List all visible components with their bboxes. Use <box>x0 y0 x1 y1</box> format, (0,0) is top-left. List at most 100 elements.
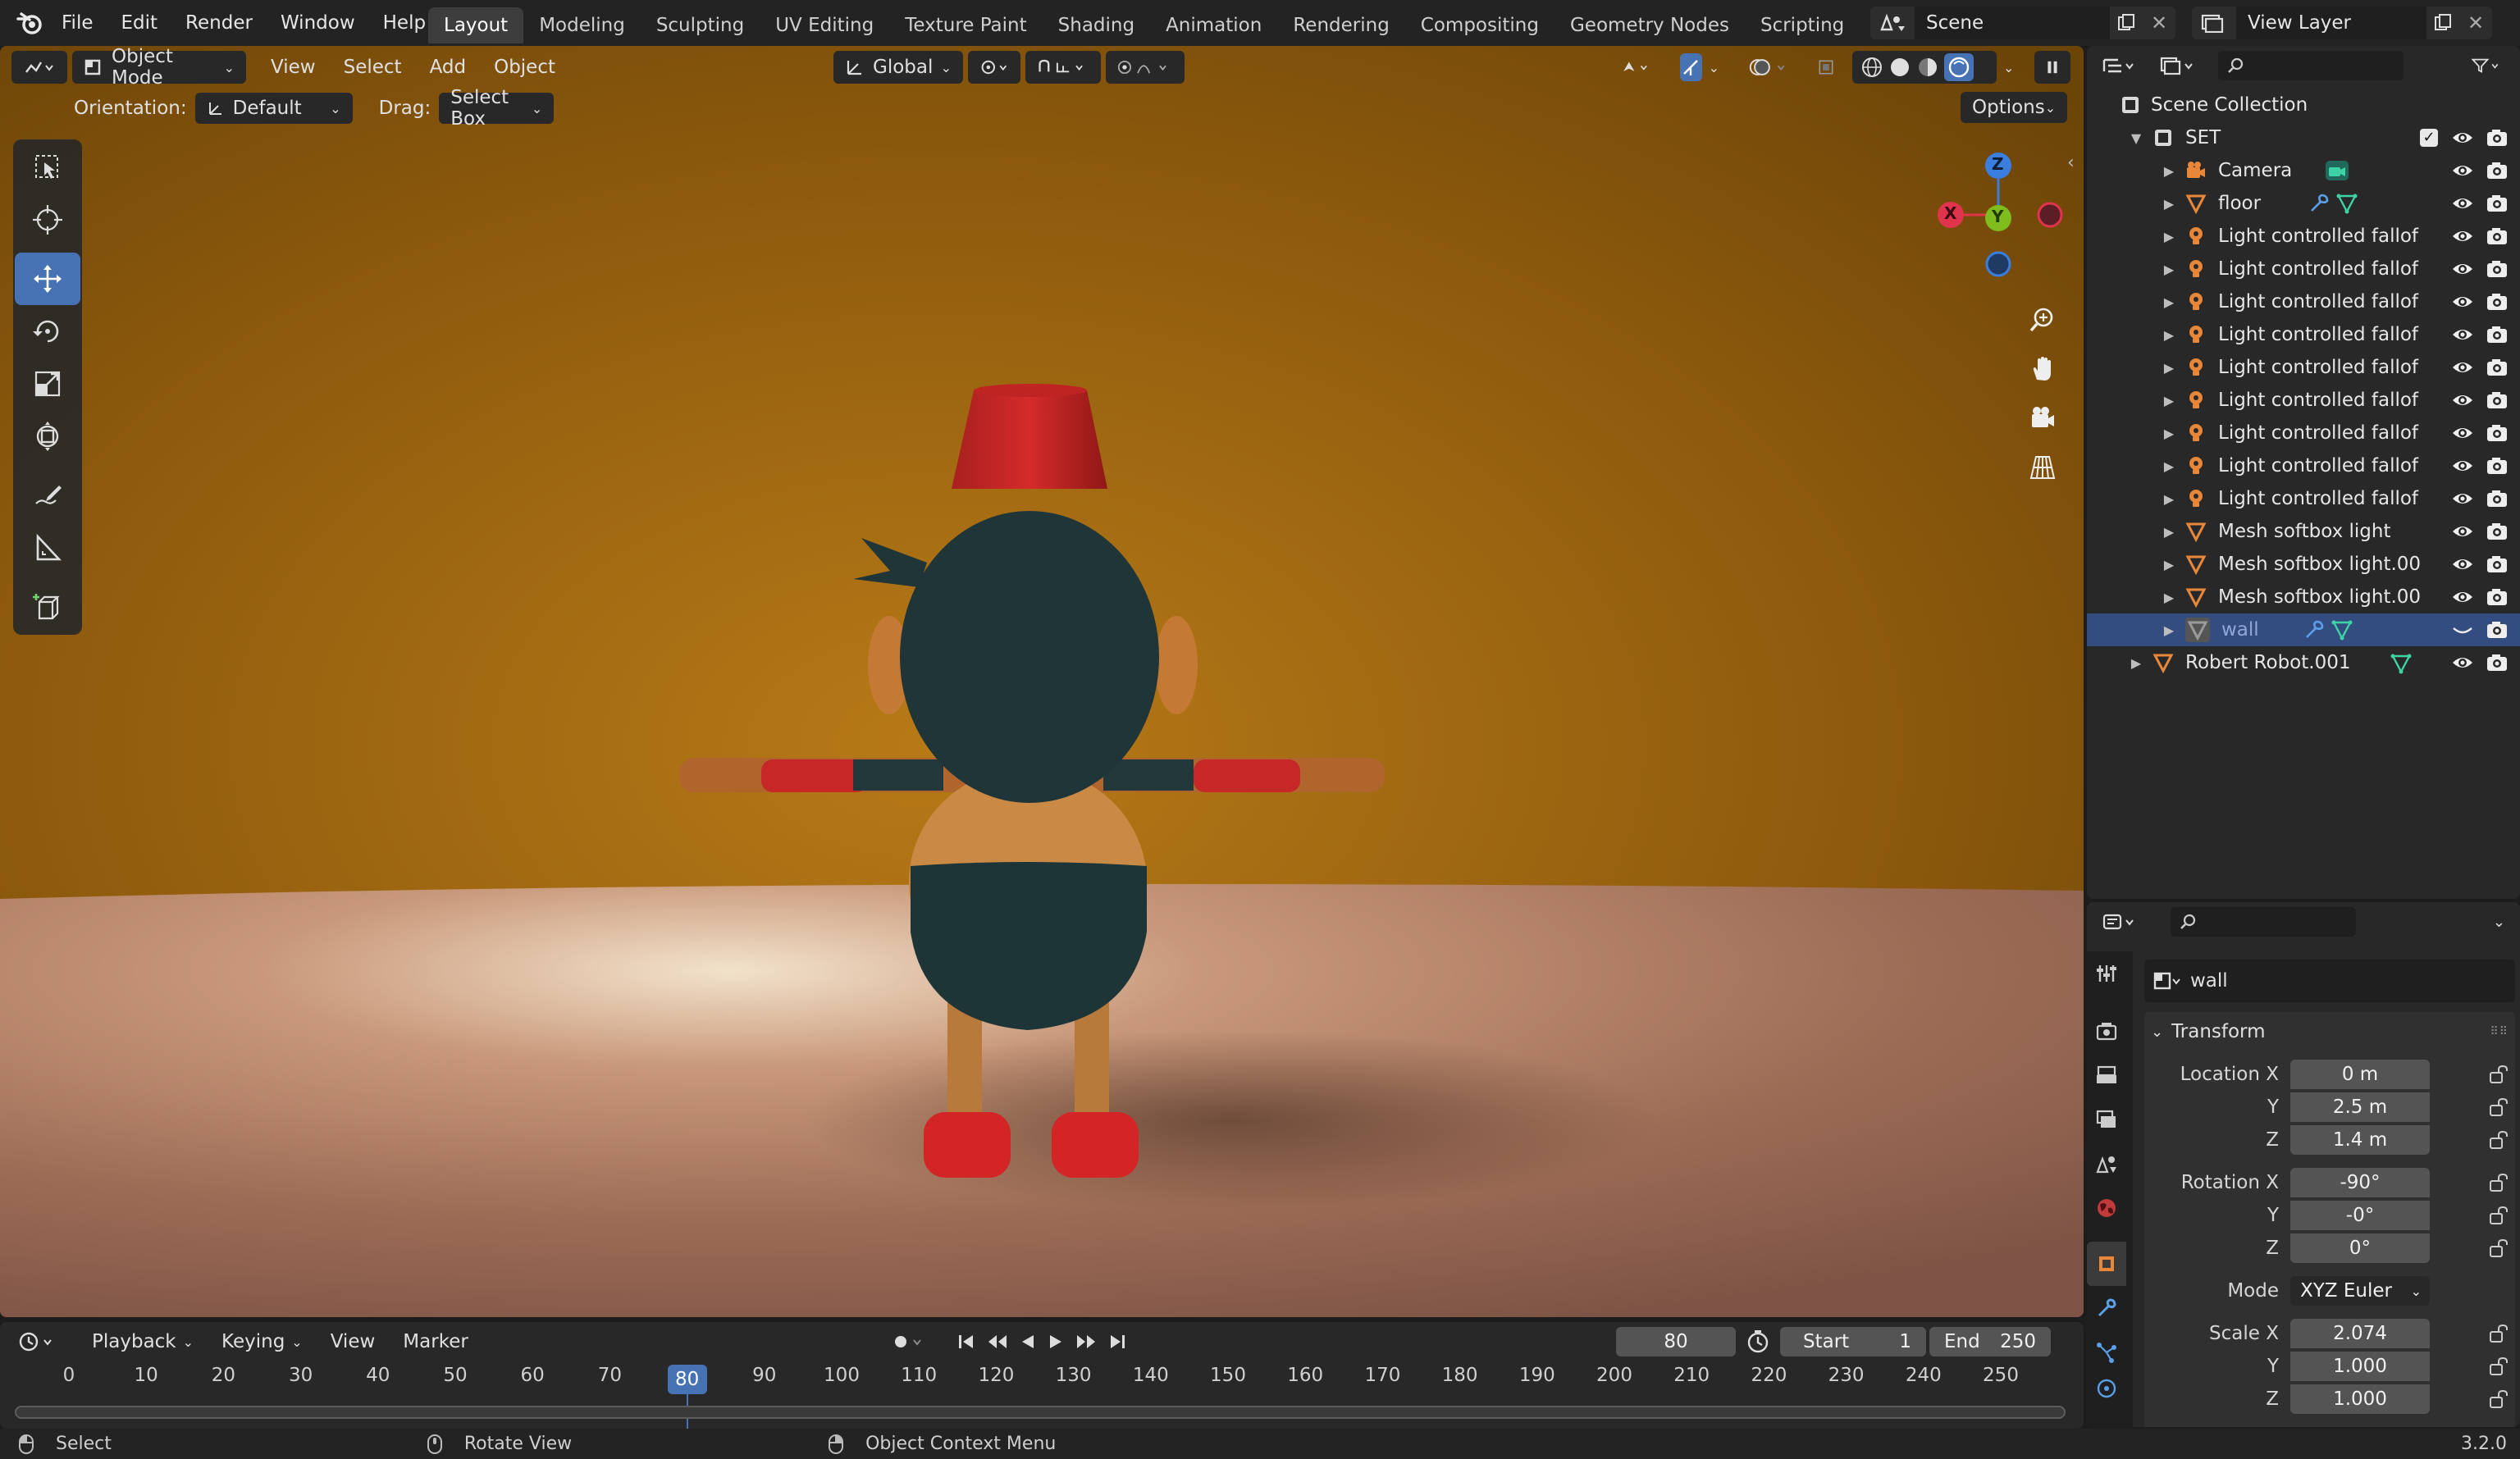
transform-orientation-dropdown[interactable]: Global ⌄ <box>833 51 963 84</box>
transform-tool[interactable] <box>15 410 80 463</box>
expand-arrow-icon[interactable]: ▶ <box>2161 590 2177 605</box>
move-tool[interactable] <box>15 253 80 305</box>
camera-render-icon[interactable] <box>2486 522 2509 541</box>
current-frame-field[interactable]: 80 <box>1616 1327 1736 1356</box>
tab-texture-paint[interactable]: Texture Paint <box>889 7 1042 43</box>
wrench-icon[interactable] <box>2308 193 2330 214</box>
lock-icon[interactable] <box>2489 1238 2510 1258</box>
camera-render-icon[interactable] <box>2486 128 2509 148</box>
tool-tab-icon[interactable] <box>2087 951 2126 996</box>
outliner-row-light-controlled-fallof[interactable]: ▶ Light controlled fallof <box>2087 285 2520 318</box>
jump-start-icon[interactable] <box>956 1333 976 1351</box>
collection-row-set[interactable]: ▼ SET ✓ <box>2087 121 2520 154</box>
eye-icon[interactable] <box>2451 259 2474 279</box>
outliner-row-light-controlled-fallof[interactable]: ▶ Light controlled fallof <box>2087 384 2520 417</box>
camera-render-icon[interactable] <box>2486 259 2509 279</box>
new-view-layer-icon[interactable] <box>2426 7 2459 39</box>
expand-arrow-icon[interactable]: ▶ <box>2161 360 2177 376</box>
frame-ruler[interactable]: 0 10 20 30 40 50 60 70 80 90 100 110 120 130 140 150 160… <box>0 1361 2084 1402</box>
object-name-field[interactable]: wall <box>2144 960 2515 1002</box>
outliner-row-light-controlled-fallof[interactable]: ▶ Light controlled fallof <box>2087 253 2520 285</box>
camera-render-icon[interactable] <box>2486 423 2509 443</box>
rendered-shading-icon[interactable] <box>1944 53 1974 81</box>
modifiers-tab-icon[interactable] <box>2087 1286 2126 1330</box>
menu-file[interactable]: File <box>48 0 107 46</box>
pan-hand-icon[interactable] <box>2020 346 2066 392</box>
overlay-toggle[interactable] <box>1737 51 1800 84</box>
outliner-row-mesh-softbox-light-00[interactable]: ▶ Mesh softbox light.00 <box>2087 581 2520 613</box>
timeline-scrollbar[interactable] <box>15 1406 2066 1419</box>
chevron-down-icon[interactable]: ⌄ <box>2493 914 2505 931</box>
expand-arrow-icon[interactable]: ▶ <box>2161 524 2177 540</box>
wireframe-shading-icon[interactable] <box>1860 56 1883 79</box>
material-shading-icon[interactable] <box>1916 56 1939 79</box>
gizmo-toggle[interactable]: ⌄ <box>1669 51 1731 84</box>
camera-render-icon[interactable] <box>2486 325 2509 344</box>
mesh-data-icon[interactable] <box>2336 193 2358 214</box>
menu-edit[interactable]: Edit <box>107 0 172 46</box>
menu-view[interactable]: View <box>259 51 327 84</box>
menu-add[interactable]: Add <box>418 51 478 84</box>
expand-arrow-icon[interactable]: ▶ <box>2161 426 2177 441</box>
camera-render-icon[interactable] <box>2486 390 2509 410</box>
scrollbar-thumb[interactable] <box>15 1406 2066 1419</box>
camera-render-icon[interactable] <box>2486 226 2509 246</box>
camera-render-icon[interactable] <box>2486 456 2509 476</box>
filter-dropdown[interactable] <box>2459 49 2512 82</box>
eye-icon[interactable] <box>2451 522 2474 541</box>
expand-arrow-icon[interactable]: ▶ <box>2161 163 2177 179</box>
rotation-x-field[interactable]: -90° <box>2290 1168 2430 1197</box>
menu-object[interactable]: Object <box>482 51 567 84</box>
object-mode-dropdown[interactable]: Object Mode ⌄ <box>72 46 246 89</box>
lock-icon[interactable] <box>2489 1130 2510 1150</box>
tab-compositing[interactable]: Compositing <box>1405 7 1554 43</box>
auto-keying-toggle[interactable] <box>884 1325 934 1358</box>
display-mode-dropdown[interactable] <box>2152 49 2205 82</box>
particles-tab-icon[interactable] <box>2087 1330 2126 1375</box>
perspective-toggle-icon[interactable] <box>2020 445 2066 490</box>
view-layer-field[interactable]: View Layer <box>2236 7 2426 39</box>
preview-range-icon[interactable] <box>1744 1329 1772 1354</box>
camera-render-icon[interactable] <box>2486 587 2509 607</box>
eye-icon[interactable] <box>2451 226 2474 246</box>
lock-icon[interactable] <box>2489 1173 2510 1192</box>
outliner-row-mesh-softbox-light[interactable]: ▶ Mesh softbox light <box>2087 515 2520 548</box>
lock-icon[interactable] <box>2489 1389 2510 1409</box>
drag-dropdown[interactable]: Select Box ⌄ <box>439 87 555 130</box>
location-y-field[interactable]: 2.5 m <box>2290 1092 2430 1122</box>
measure-tool[interactable] <box>15 522 80 574</box>
tab-animation[interactable]: Animation <box>1150 7 1277 43</box>
eye-icon[interactable] <box>2451 554 2474 574</box>
expand-arrow-icon[interactable]: ▶ <box>2161 491 2177 507</box>
menu-marker[interactable]: Marker <box>391 1325 480 1358</box>
jump-keyframe-back-icon[interactable] <box>986 1333 1009 1351</box>
tab-geometry-nodes[interactable]: Geometry Nodes <box>1554 7 1745 43</box>
tab-modeling[interactable]: Modeling <box>523 7 641 43</box>
eye-icon[interactable] <box>2451 390 2474 410</box>
camera-view-icon[interactable] <box>2020 395 2066 441</box>
lock-icon[interactable] <box>2489 1065 2510 1084</box>
play-reverse-icon[interactable] <box>1019 1333 1037 1351</box>
scene-tab-icon[interactable] <box>2087 1142 2126 1186</box>
eye-icon[interactable] <box>2451 194 2474 213</box>
camera-render-icon[interactable] <box>2486 554 2509 574</box>
outliner-row-mesh-softbox-light-00[interactable]: ▶ Mesh softbox light.00 <box>2087 548 2520 581</box>
eye-icon[interactable] <box>2451 325 2474 344</box>
location-z-field[interactable]: 1.4 m <box>2290 1125 2430 1155</box>
location-x-field[interactable]: 0 m <box>2290 1060 2430 1089</box>
tab-shading[interactable]: Shading <box>1043 7 1150 43</box>
eye-icon[interactable] <box>2451 292 2474 312</box>
camera-data-icon[interactable] <box>2325 160 2349 181</box>
tab-uv-editing[interactable]: UV Editing <box>760 7 889 43</box>
scene-collection-row[interactable]: Scene Collection <box>2087 89 2520 121</box>
world-tab-icon[interactable] <box>2087 1186 2126 1230</box>
expand-arrow-icon[interactable]: ▶ <box>2161 458 2177 474</box>
exclude-checkbox[interactable]: ✓ <box>2420 129 2438 147</box>
camera-render-icon[interactable] <box>2486 161 2509 180</box>
lock-icon[interactable] <box>2489 1324 2510 1343</box>
outliner-row-light-controlled-fallof[interactable]: ▶ Light controlled fallof <box>2087 318 2520 351</box>
menu-timeline-view[interactable]: View <box>319 1325 387 1358</box>
camera-render-icon[interactable] <box>2486 194 2509 213</box>
expand-arrow-icon[interactable]: ▶ <box>2161 557 2177 572</box>
eye-icon[interactable] <box>2451 587 2474 607</box>
